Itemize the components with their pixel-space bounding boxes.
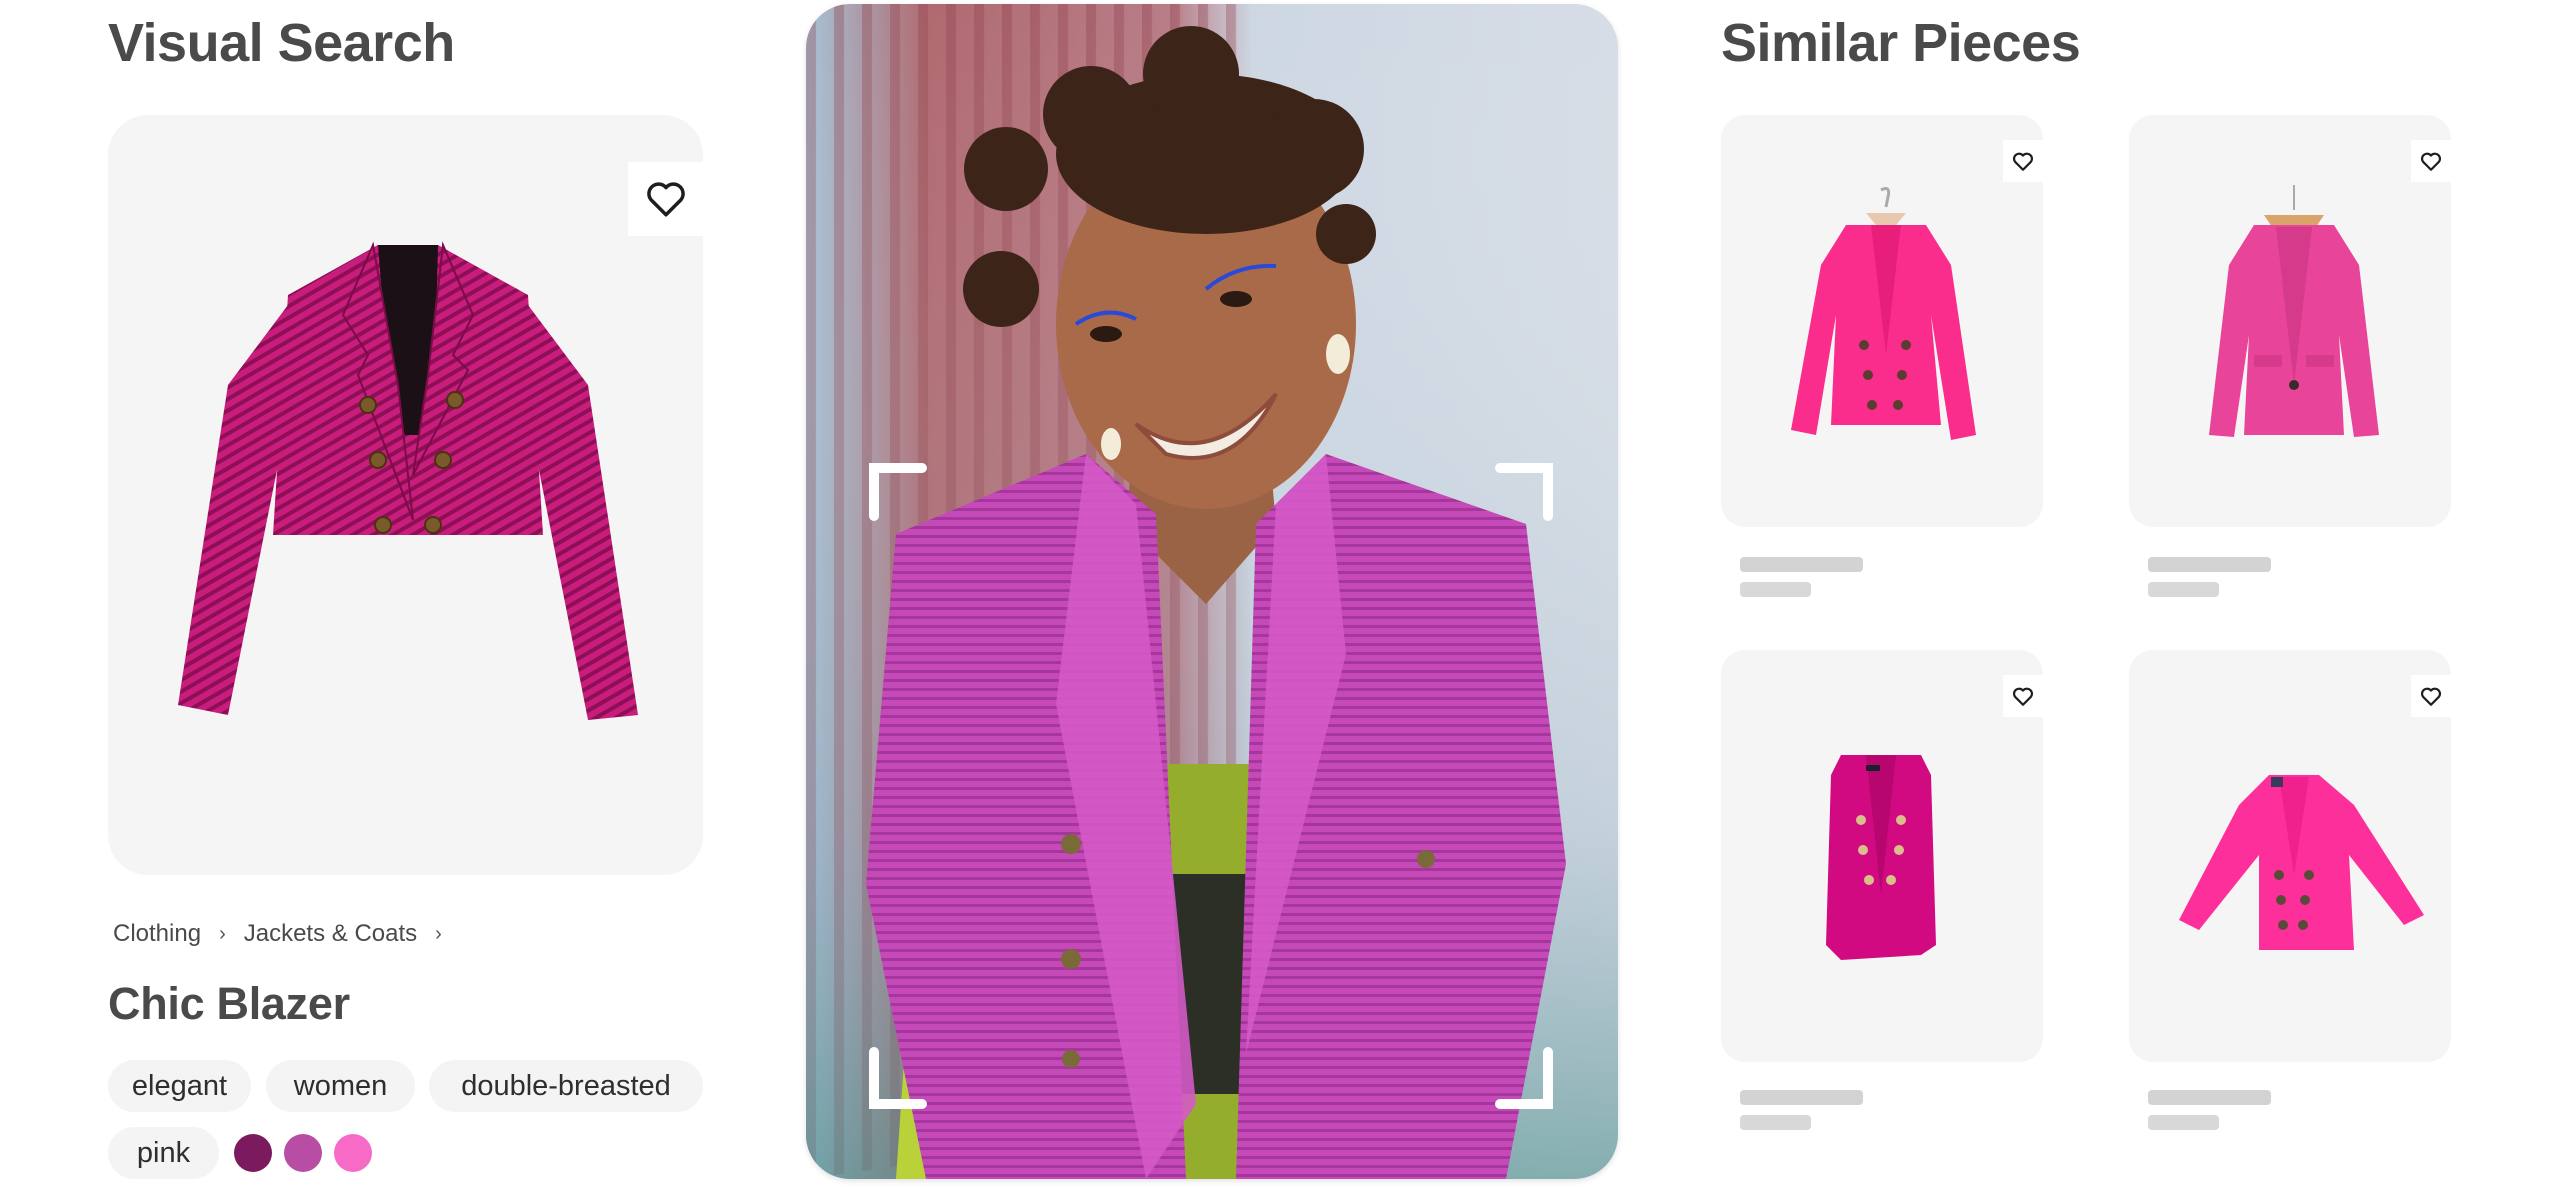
color-swatch-light-pink[interactable]: [334, 1134, 372, 1172]
similar-item-card[interactable]: [1721, 650, 2043, 1062]
price-placeholder: [1740, 1115, 1811, 1130]
favorite-button[interactable]: [628, 162, 703, 236]
title-placeholder: [2148, 557, 2271, 572]
favorite-button[interactable]: [2411, 140, 2451, 182]
color-swatch-dark-magenta[interactable]: [234, 1134, 272, 1172]
favorite-button[interactable]: [2003, 675, 2043, 717]
breadcrumb-item-clothing[interactable]: Clothing: [113, 920, 201, 948]
search-photo-image: [806, 4, 1618, 1179]
price-placeholder: [1740, 582, 1811, 597]
product-title: Chic Blazer: [108, 978, 350, 1029]
price-placeholder: [2148, 582, 2219, 597]
tag-double-breasted[interactable]: double-breasted: [429, 1060, 703, 1112]
similar-item-image: [1791, 187, 1976, 440]
heart-outline-icon: [646, 182, 685, 217]
similar-item-image: [2209, 185, 2379, 437]
heart-outline-icon: [2012, 152, 2034, 171]
similar-item-image: [1826, 755, 1936, 960]
heart-outline-icon: [2420, 687, 2442, 706]
title-placeholder: [2148, 1090, 2271, 1105]
title-placeholder: [1740, 1090, 1863, 1105]
similar-item-image: [2179, 775, 2424, 950]
similar-item-card[interactable]: [1721, 115, 2043, 527]
visual-search-title: Visual Search: [108, 13, 455, 73]
uploaded-photo[interactable]: [806, 4, 1618, 1179]
similar-pieces-title: Similar Pieces: [1721, 13, 2081, 73]
color-swatch-orchid[interactable]: [284, 1134, 322, 1172]
tag-elegant[interactable]: elegant: [108, 1060, 251, 1112]
tag-pink[interactable]: pink: [108, 1127, 219, 1179]
favorite-button[interactable]: [2003, 140, 2043, 182]
heart-outline-icon: [2420, 152, 2442, 171]
chevron-right-icon: ›: [219, 922, 226, 945]
similar-item-card[interactable]: [2129, 115, 2451, 527]
heart-outline-icon: [2012, 687, 2034, 706]
query-product-image: [178, 241, 638, 720]
title-placeholder: [1740, 557, 1863, 572]
similar-item-card[interactable]: [2129, 650, 2451, 1062]
breadcrumb-item-jackets-coats[interactable]: Jackets & Coats: [244, 920, 417, 948]
chevron-right-icon: ›: [435, 922, 442, 945]
favorite-button[interactable]: [2411, 675, 2451, 717]
price-placeholder: [2148, 1115, 2219, 1130]
breadcrumb: Clothing › Jackets & Coats ›: [113, 920, 460, 948]
tag-women[interactable]: women: [266, 1060, 415, 1112]
query-product-card[interactable]: [108, 115, 703, 875]
